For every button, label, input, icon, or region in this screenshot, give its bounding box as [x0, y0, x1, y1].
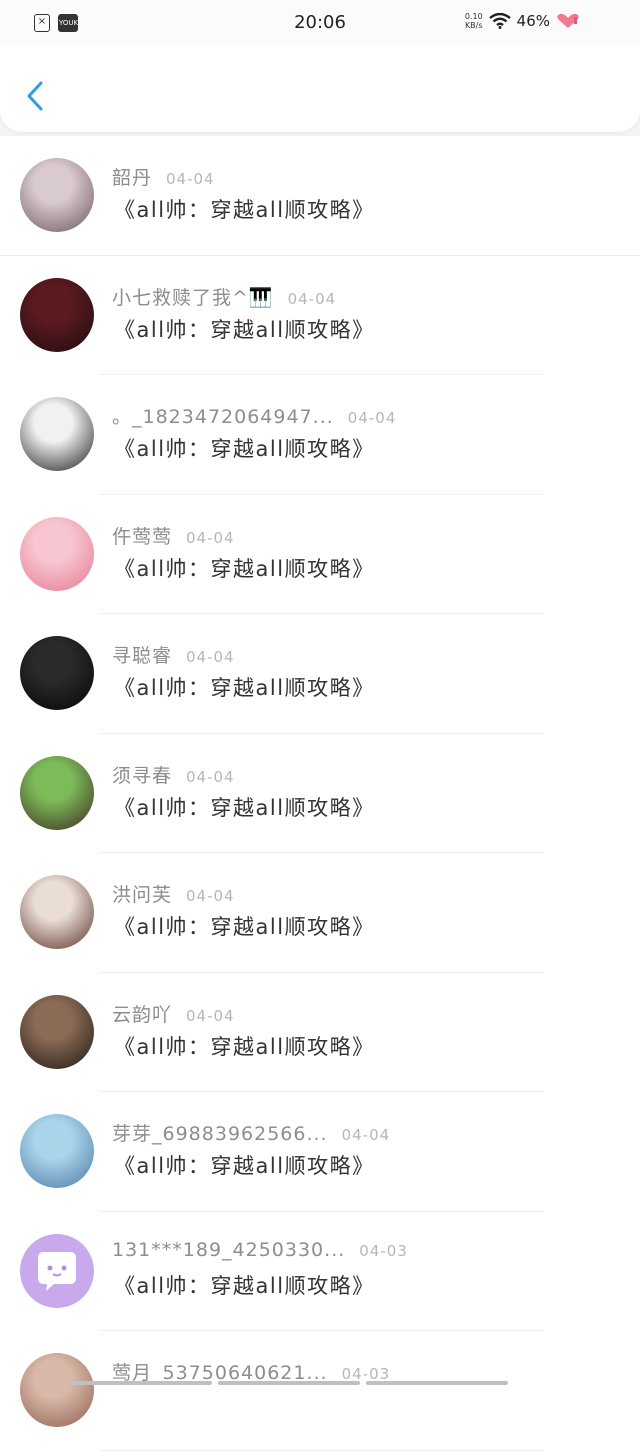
avatar[interactable] [20, 994, 94, 1069]
item-date: 04-04 [186, 1006, 235, 1025]
item-date: 04-04 [166, 170, 215, 188]
item-content[interactable]: 《all帅：穿越all顺攻略》 [114, 1150, 375, 1180]
item-header: 洪问芙 04-04 [112, 880, 235, 907]
scroll-segment [70, 1381, 212, 1385]
chevron-left-icon [27, 81, 43, 111]
list-item[interactable]: 芽芽_69883962566... 04-04 《all帅：穿越all顺攻略》 [0, 1092, 640, 1212]
bottom-scroll-indicator [70, 1381, 508, 1385]
list-item[interactable]: 。_1823472064947... 04-04 《all帅：穿越all顺攻略》 [0, 375, 640, 495]
item-date: 04-04 [341, 1126, 391, 1144]
avatar[interactable] [20, 277, 94, 352]
user-name[interactable]: 131***189_4250330... [112, 1239, 345, 1261]
comment-list: 韶丹 04-04 《all帅：穿越all顺攻略》 小七救赎了我^🎹 04-04 《all帅… [0, 136, 640, 1451]
user-name[interactable]: 韶丹 [112, 163, 152, 190]
item-content[interactable]: 《all帅：穿越all顺攻略》 [114, 672, 375, 702]
avatar[interactable] [20, 1114, 94, 1188]
list-item[interactable]: 寻聪睿 04-04 《all帅：穿越all顺攻略》 [0, 614, 640, 734]
list-item[interactable]: 韶丹 04-04 《all帅：穿越all顺攻略》 [0, 136, 640, 256]
user-name[interactable]: 洪问芙 [112, 880, 172, 907]
chat-bubble-icon [38, 1251, 76, 1291]
item-header: 寻聪睿 04-04 [112, 641, 235, 668]
item-header: 芽芽_69883962566... 04-04 [112, 1119, 390, 1146]
battery-percent: 46% [516, 12, 550, 30]
status-right-icons: 0.10 KB/s 46% [465, 12, 580, 30]
user-name[interactable]: 芽芽_69883962566... [112, 1119, 328, 1146]
item-content[interactable]: 《all帅：穿越all顺攻略》 [114, 433, 375, 463]
item-header: 须寻春 04-04 [112, 761, 235, 788]
scroll-segment [366, 1381, 508, 1385]
list-item[interactable]: 洪问芙 04-04 《all帅：穿越all顺攻略》 [0, 853, 640, 973]
item-date: 04-04 [347, 409, 397, 427]
header-bar [0, 44, 640, 132]
list-item[interactable]: 131***189_4250330... 04-03 《all帅：穿越all顺攻略》 [0, 1211, 640, 1331]
item-header: 131***189_4250330... 04-03 [112, 1239, 408, 1261]
divider [100, 1449, 544, 1451]
user-name[interactable]: 仵莺莺 [112, 522, 172, 549]
item-header: 。_1823472064947... 04-04 [112, 402, 396, 429]
user-name[interactable]: 寻聪睿 [112, 641, 172, 668]
avatar[interactable] [20, 1353, 94, 1427]
heart-battery-icon [557, 13, 579, 28]
avatar[interactable] [20, 516, 94, 591]
status-bar: × YOUKU 20:06 0.10 KB/s 46% [0, 0, 640, 44]
list-item[interactable]: 莺月_53750640621... 04-03 [0, 1331, 640, 1451]
item-header: 小七救赎了我^🎹 04-04 [112, 283, 336, 310]
network-speed: 0.10 KB/s [465, 12, 483, 30]
item-content[interactable]: 《all帅：穿越all顺攻略》 [114, 1031, 375, 1061]
user-name[interactable]: 。_1823472064947... [112, 402, 334, 429]
list-item[interactable]: 小七救赎了我^🎹 04-04 《all帅：穿越all顺攻略》 [0, 255, 640, 375]
network-speed-unit: KB/s [464, 21, 483, 30]
item-content[interactable]: 《all帅：穿越all顺攻略》 [114, 1270, 375, 1300]
back-button[interactable] [18, 76, 52, 116]
avatar[interactable] [20, 875, 94, 949]
item-date: 04-04 [186, 767, 235, 786]
item-date: 04-04 [186, 528, 235, 547]
item-content[interactable]: 《all帅：穿越all顺攻略》 [114, 911, 375, 941]
item-date: 04-04 [186, 887, 235, 905]
avatar[interactable] [20, 158, 94, 232]
item-header: 云韵吖 04-04 [112, 1000, 235, 1027]
user-name[interactable]: 小七救赎了我^🎹 [112, 283, 274, 310]
item-date: 04-04 [287, 289, 337, 308]
list-item[interactable]: 云韵吖 04-04 《all帅：穿越all顺攻略》 [0, 972, 640, 1092]
avatar[interactable] [20, 755, 94, 830]
item-header: 韶丹 04-04 [112, 163, 215, 190]
user-name[interactable]: 云韵吖 [112, 1000, 172, 1027]
item-content[interactable]: 《all帅：穿越all顺攻略》 [114, 314, 375, 344]
scroll-segment [218, 1381, 360, 1385]
user-name[interactable]: 须寻春 [112, 761, 172, 788]
item-content[interactable]: 《all帅：穿越all顺攻略》 [114, 792, 375, 822]
avatar[interactable] [20, 397, 94, 471]
item-date: 04-04 [186, 648, 235, 666]
item-date: 04-03 [359, 1241, 408, 1260]
list-item[interactable]: 仵莺莺 04-04 《all帅：穿越all顺攻略》 [0, 494, 640, 614]
wifi-icon [488, 13, 511, 29]
avatar[interactable] [20, 636, 94, 710]
item-content[interactable]: 《all帅：穿越all顺攻略》 [114, 553, 375, 583]
list-item[interactable]: 须寻春 04-04 《all帅：穿越all顺攻略》 [0, 733, 640, 853]
network-speed-value: 0.10 [464, 12, 483, 21]
avatar[interactable] [20, 1233, 94, 1308]
item-header: 仵莺莺 04-04 [112, 522, 235, 549]
item-content[interactable]: 《all帅：穿越all顺攻略》 [114, 194, 375, 224]
